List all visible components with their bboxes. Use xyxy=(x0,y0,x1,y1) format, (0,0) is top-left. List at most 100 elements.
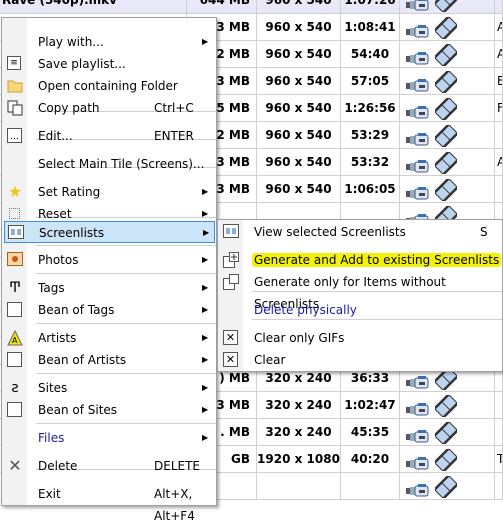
duration-cell: 57:05 xyxy=(341,68,400,95)
menu-item-tags[interactable]: Ͳ Tags ▶ xyxy=(4,277,215,299)
menu-separator xyxy=(36,245,216,246)
menu-item-artists[interactable]: A Artists ▶ xyxy=(4,327,215,349)
submenu-item-clear-only-gifs[interactable]: ✕ Clear only GIFs xyxy=(218,327,503,349)
extra-cell: A xyxy=(495,41,503,68)
extra-cell xyxy=(495,122,503,149)
submenu-arrow-icon: ▶ xyxy=(202,305,209,314)
resolution-cell: 960 x 540 xyxy=(257,14,341,41)
icons-cell xyxy=(400,419,495,446)
screenlist-icon xyxy=(8,225,24,241)
film-icon[interactable] xyxy=(433,69,459,95)
menu-item-label: Artists xyxy=(38,331,77,345)
duration-cell: 40:20 xyxy=(341,446,400,473)
submenu-item-view-selected-screenlists[interactable]: View selected Screenlists S xyxy=(218,221,503,243)
menu-item-edit[interactable]: … Edit... ENTER xyxy=(4,125,215,147)
submenu-item-clear[interactable]: ✕ Clear xyxy=(218,349,503,371)
duration-cell: 1:06:05 xyxy=(341,176,400,203)
menu-item-copy-path[interactable]: Copy path Ctrl+C xyxy=(4,97,215,119)
submenu-item-text: Clear only GIFs xyxy=(254,331,345,345)
extra-cell xyxy=(495,473,503,500)
camera-icon[interactable] xyxy=(406,183,430,200)
film-icon[interactable] xyxy=(433,447,459,473)
resolution-cell: 960 x 540 xyxy=(257,68,341,95)
icons-cell xyxy=(400,14,495,41)
film-icon[interactable] xyxy=(433,420,459,446)
resolution-cell: 960 x 540 xyxy=(257,0,341,14)
camera-icon[interactable] xyxy=(406,453,430,470)
camera-icon[interactable] xyxy=(406,0,430,11)
submenu-item-generate-and-add-to-existing-screenlists[interactable]: Generate and Add to existing Screenlists xyxy=(218,249,503,271)
camera-icon[interactable] xyxy=(406,399,430,416)
menu-item-label: Play with... xyxy=(38,35,104,49)
extra-cell: F xyxy=(495,95,503,122)
menu-item-photos[interactable]: Photos ▶ xyxy=(4,249,215,271)
menu-item-bean-of-sites[interactable]: Bean of Sites ▶ xyxy=(4,399,215,421)
menu-item-delete[interactable]: ✕ Delete DELETE xyxy=(4,455,215,477)
menu-item-shortcut: ENTER xyxy=(154,129,194,143)
submenu-item-label: View selected Screenlists xyxy=(254,221,406,243)
submenu-item-label: Clear xyxy=(254,349,285,371)
camera-icon[interactable] xyxy=(406,21,430,38)
duration-cell: 1:02:47 xyxy=(341,392,400,419)
menu-item-bean-of-tags[interactable]: Bean of Tags ▶ xyxy=(4,299,215,321)
submenu-item-generate-only-for-items-without-screenlists[interactable]: Generate only for Items without Screenli… xyxy=(218,271,503,311)
menu-item-select-main-tile-screens[interactable]: Select Main Tile (Screens)... xyxy=(4,153,215,175)
menu-item-bean-of-artists[interactable]: Bean of Artists ▶ xyxy=(4,349,215,371)
duration-cell: 53:32 xyxy=(341,149,400,176)
camera-icon[interactable] xyxy=(406,480,430,497)
film-icon[interactable] xyxy=(433,474,459,500)
menu-item-label: Files xyxy=(38,431,65,445)
duration-cell: 53:29 xyxy=(341,122,400,149)
delete-icon: ✕ xyxy=(8,456,22,475)
menu-item-exit[interactable]: Exit Alt+X, Alt+F4 xyxy=(4,483,215,523)
film-icon[interactable] xyxy=(433,96,459,122)
menu-item-label: Bean of Artists xyxy=(38,353,127,367)
submenu-arrow-icon: ▶ xyxy=(203,228,210,237)
camera-icon[interactable] xyxy=(406,156,430,173)
icons-cell xyxy=(400,0,495,14)
resolution-cell xyxy=(257,473,341,500)
duration-cell: 1:26:56 xyxy=(341,95,400,122)
submenu-arrow-icon: ▶ xyxy=(202,383,209,392)
file-size-cell: 644 MB xyxy=(187,0,257,14)
film-icon[interactable] xyxy=(433,15,459,41)
menu-item-save-playlist[interactable]: ≡ Save playlist... xyxy=(4,53,215,75)
menu-item-shortcut: Alt+X, Alt+F4 xyxy=(154,487,195,523)
submenu-arrow-icon: ▶ xyxy=(202,255,209,264)
menu-item-files[interactable]: Files ▶ xyxy=(4,427,215,449)
menu-item-open-containing-folder[interactable]: Open containing Folder xyxy=(4,75,215,97)
film-icon[interactable] xyxy=(433,42,459,68)
camera-icon[interactable] xyxy=(406,75,430,92)
link-icon: ƨ xyxy=(11,380,19,396)
table-row[interactable]: Rave (540p).mkv 644 MB 960 x 540 1:07:26 xyxy=(0,0,503,14)
screenlist-add-icon xyxy=(223,252,239,268)
film-icon[interactable] xyxy=(433,177,459,203)
film-icon[interactable] xyxy=(433,123,459,149)
film-icon[interactable] xyxy=(433,393,459,419)
menu-item-sites[interactable]: ƨ Sites ▶ xyxy=(4,377,215,399)
submenu-item-label: Clear only GIFs xyxy=(254,327,344,349)
menu-separator xyxy=(36,373,216,374)
film-icon[interactable] xyxy=(433,0,459,14)
camera-icon[interactable] xyxy=(406,129,430,146)
camera-icon[interactable] xyxy=(406,102,430,119)
submenu-item-label: Generate and Add to existing Screenlists xyxy=(252,249,502,271)
camera-icon[interactable] xyxy=(406,426,430,443)
submenu-arrow-icon: ▶ xyxy=(202,37,209,46)
submenu-arrow-icon: ▶ xyxy=(202,355,209,364)
icons-cell xyxy=(400,473,495,500)
menu-item-play-with[interactable]: Play with... ▶ xyxy=(4,31,215,53)
extra-cell xyxy=(495,176,503,203)
menu-item-label: Exit xyxy=(38,487,61,501)
film-icon[interactable] xyxy=(433,150,459,176)
camera-icon[interactable] xyxy=(406,372,430,389)
menu-item-label: Copy path xyxy=(38,101,100,115)
menu-item-screenlists[interactable]: Screenlists ▶ xyxy=(4,221,215,243)
menu-item-label: Open containing Folder xyxy=(38,79,178,93)
submenu-item-delete-physically[interactable]: Delete physically xyxy=(218,299,503,321)
resolution-cell: 1920 x 1080 xyxy=(257,446,341,473)
clear-icon: ✕ xyxy=(223,330,239,346)
duration-cell: 54:40 xyxy=(341,41,400,68)
camera-icon[interactable] xyxy=(406,48,430,65)
menu-item-set-rating[interactable]: ★ Set Rating ▶ xyxy=(4,181,215,203)
